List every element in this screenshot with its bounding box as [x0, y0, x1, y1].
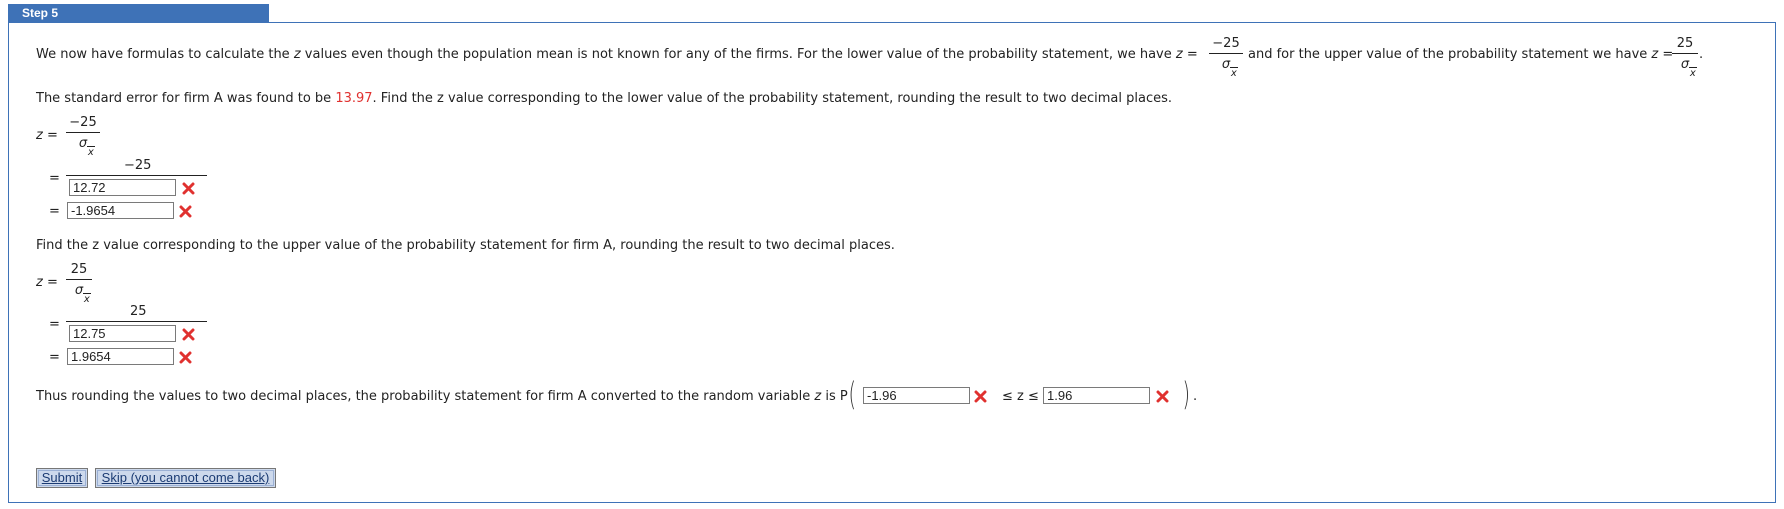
lower-result-eq: =	[49, 204, 60, 219]
lower-numerator: −25	[124, 158, 152, 173]
lower-z-label: z =	[36, 128, 58, 143]
lower-z-result-input[interactable]: -1.9654	[67, 202, 174, 219]
x-mark-icon	[179, 351, 192, 364]
standard-error-text: The standard error for firm A was found …	[36, 91, 1173, 106]
x-mark-icon	[182, 328, 195, 341]
sigma-xbar-symbol: σx	[78, 136, 95, 158]
upper-prompt: Find the z value corresponding to the up…	[36, 238, 895, 253]
x-mark-icon	[1156, 390, 1169, 403]
upper-numerator: 25	[130, 304, 147, 319]
standard-error-value: 13.97	[335, 91, 373, 106]
upper-denominator-input[interactable]: 12.75	[69, 325, 176, 342]
open-paren: (	[848, 375, 856, 413]
sigma-xbar-symbol: σx	[74, 283, 91, 305]
lower-eq-sign: =	[49, 171, 60, 186]
sigma-xbar-symbol: σx	[1680, 57, 1697, 79]
intro-text: We now have formulas to calculate the z …	[36, 47, 1198, 62]
upper-z-label: z =	[36, 275, 58, 290]
x-mark-icon	[974, 390, 987, 403]
upper-z-result-input[interactable]: 1.9654	[67, 348, 174, 365]
step-tab: Step 5	[8, 4, 269, 23]
sigma-xbar-symbol: σx	[1221, 57, 1238, 79]
intro-period: .	[1699, 47, 1704, 62]
x-mark-icon	[182, 182, 195, 195]
skip-button[interactable]: Skip (you cannot come back)	[95, 468, 276, 488]
upper-formula-fraction: 25 σx	[66, 263, 92, 305]
lower-denominator-input[interactable]: 12.72	[69, 179, 176, 196]
intro-lower-fraction: −25 σx	[1209, 37, 1243, 79]
step-label: Step 5	[22, 6, 59, 20]
intro-upper-fraction: 25 σx	[1672, 37, 1698, 79]
submit-button[interactable]: Submit	[36, 468, 88, 488]
upper-fraction-bar	[66, 321, 207, 322]
x-mark-icon	[179, 205, 192, 218]
probability-lower-input[interactable]: -1.96	[863, 387, 970, 404]
conclusion-period: .	[1193, 389, 1198, 404]
probability-upper-input[interactable]: 1.96	[1043, 387, 1150, 404]
lower-formula-fraction: −25 σx	[66, 116, 100, 158]
inequality-text: ≤ z ≤	[1002, 389, 1039, 404]
intro-text-upper: and for the upper value of the probabili…	[1248, 47, 1674, 62]
upper-eq-sign: =	[49, 317, 60, 332]
lower-fraction-bar	[66, 175, 207, 176]
close-paren: )	[1182, 375, 1190, 413]
upper-result-eq: =	[49, 350, 60, 365]
conclusion-text: Thus rounding the values to two decimal …	[36, 389, 848, 404]
